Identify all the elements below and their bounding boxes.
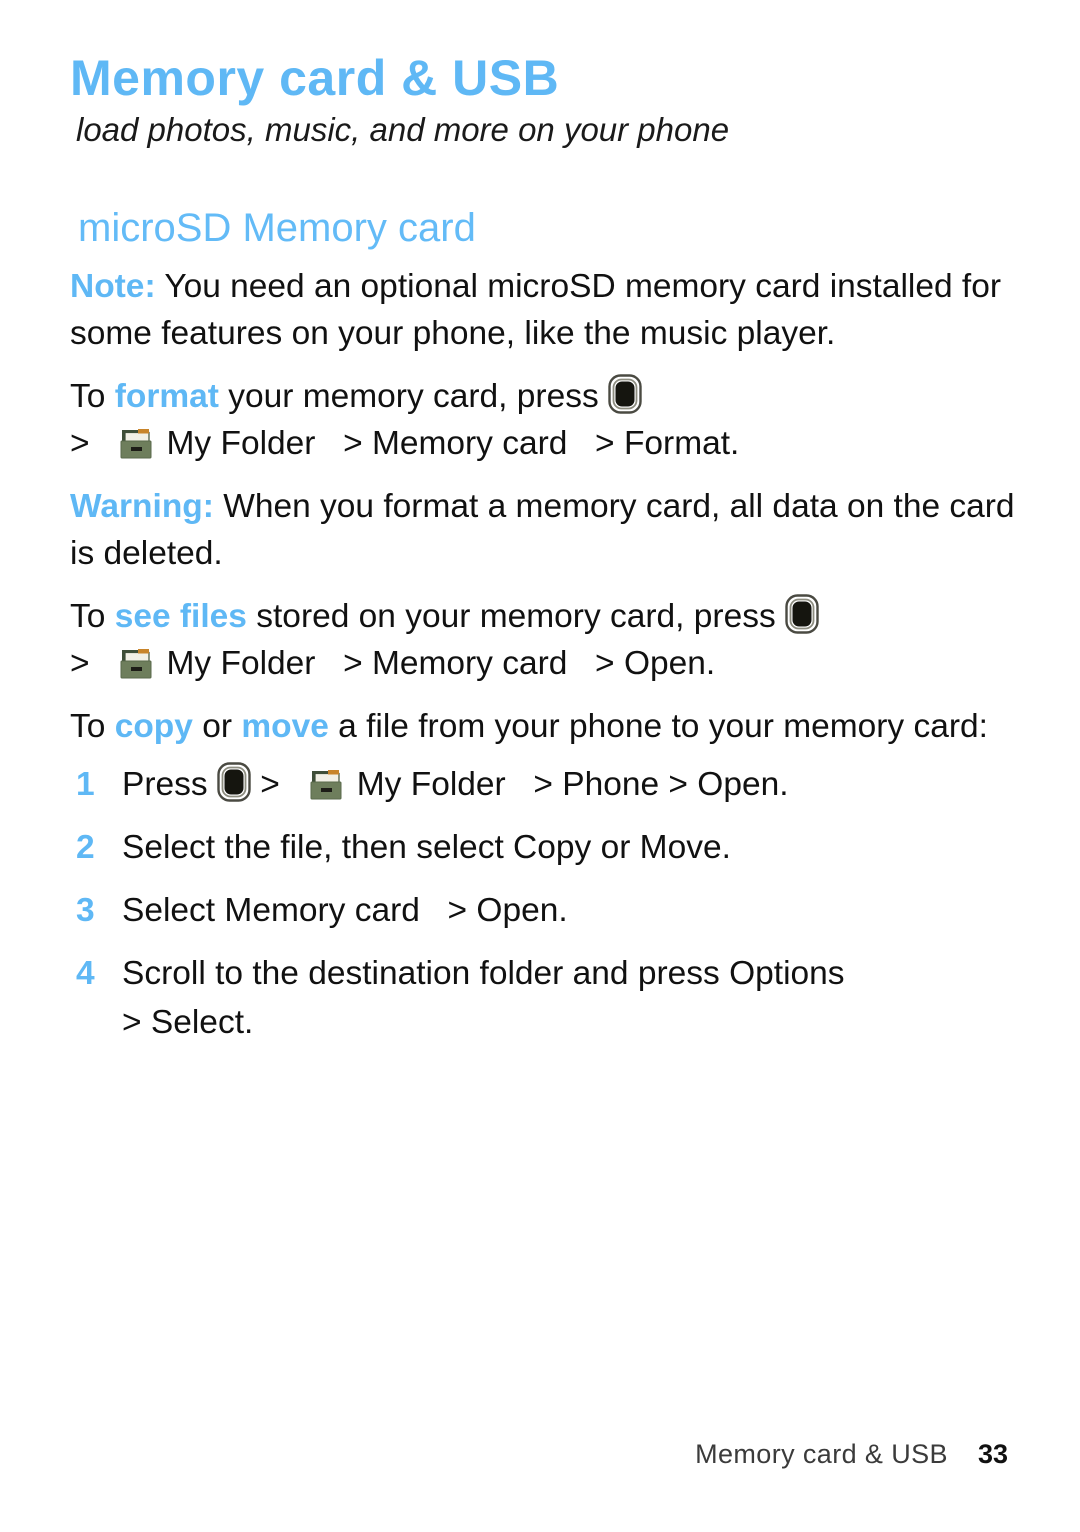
format-period: . [730, 425, 740, 463]
move-highlight: move [241, 707, 329, 745]
see-files-highlight: see files [114, 597, 247, 635]
file-box-icon [307, 764, 347, 804]
step-1-target: Phone [562, 766, 660, 804]
note-label: Note: [70, 268, 156, 306]
step-1-my-folder: My Folder [356, 766, 506, 804]
file-box-icon [117, 423, 157, 463]
step-number: 4 [76, 955, 95, 993]
see-files-period: . [705, 644, 716, 682]
section-heading-microsd: microSD Memory card [78, 206, 476, 251]
step-4-text: Scroll to the destination folder and pre… [122, 955, 845, 993]
step-1-arrow-2: > [533, 766, 553, 804]
list-item: 3 Select Memory card > Open. [70, 888, 1020, 935]
step-2-text: Select the file, then select Copy or Mov… [122, 829, 722, 867]
note-text: You need an optional microSD memory card… [70, 268, 1002, 353]
list-item: 4 Scroll to the destination folder and p… [70, 951, 1020, 1047]
step-1-press: Press [122, 766, 208, 804]
format-arrow-2: > [343, 425, 363, 463]
file-box-icon [117, 643, 157, 683]
step-4-action: Select [150, 1004, 244, 1042]
see-files-arrow-2: > [343, 644, 363, 682]
step-number: 2 [76, 829, 95, 867]
step-3-action: Open [476, 892, 559, 930]
copy-move-prefix: To [70, 707, 106, 745]
step-number: 1 [76, 766, 95, 804]
step-1-arrow-1: > [260, 766, 280, 804]
warning-label: Warning: [70, 488, 214, 525]
copy-highlight: copy [114, 707, 193, 745]
step-3-text: Select Memory card [122, 892, 420, 930]
step-1-period: . [779, 766, 789, 804]
format-action: Format [623, 425, 731, 463]
step-1-arrow-3: > [668, 766, 688, 804]
footer-chapter-title: Memory card & USB [695, 1439, 948, 1469]
page-title: Memory card & USB [70, 50, 560, 106]
list-item: 1 Press > My Folder > Phone > Open. [70, 762, 1020, 809]
note-paragraph: Note: You need an optional microSD memor… [70, 264, 1020, 358]
page-subtitle: load photos, music, and more on your pho… [76, 110, 730, 148]
step-3-period: . [558, 892, 568, 930]
center-key-icon [608, 374, 642, 414]
step-1-action: Open [697, 766, 780, 804]
see-files-prefix: To [70, 597, 106, 635]
format-my-folder: My Folder [166, 425, 316, 463]
manual-page: Memory card & USB load photos, music, an… [0, 0, 1080, 1532]
step-number: 3 [76, 892, 95, 930]
see-files-memory-card: Memory card [371, 644, 568, 682]
center-key-icon [217, 762, 251, 803]
see-files-action: Open [623, 644, 706, 682]
page-content: Memory card & USB load photos, music, an… [70, 52, 1020, 1063]
step-4-period: . [244, 1004, 254, 1042]
copy-move-conjunction: or [202, 707, 233, 745]
list-item: 2 Select the file, then select Copy or M… [70, 825, 1020, 872]
format-middle: your memory card, press [228, 378, 599, 416]
copy-move-suffix: a file from your phone to your memory ca… [338, 707, 988, 745]
see-files-instruction: To see files stored on your memory card,… [70, 594, 1020, 688]
format-arrow-3: > [595, 425, 615, 463]
see-files-my-folder: My Folder [166, 644, 316, 682]
format-arrow-1: > [70, 425, 90, 463]
format-prefix: To [70, 378, 106, 416]
step-2-period: . [721, 829, 731, 867]
warning-paragraph: Warning: When you format a memory card, … [70, 484, 1020, 578]
step-3-arrow: > [447, 892, 468, 930]
center-key-icon [785, 594, 819, 634]
see-files-middle: stored on your memory card, press [256, 597, 776, 635]
format-highlight: format [114, 378, 219, 416]
copy-move-intro: To copy or move a file from your phone t… [70, 704, 1020, 751]
numbered-steps: 1 Press > My Folder > Phone > Open. 2 Se… [70, 762, 1020, 1046]
format-instruction: To format your memory card, press > My F… [70, 374, 1020, 468]
page-footer: Memory card & USB 33 [695, 1439, 1008, 1470]
footer-page-number: 33 [977, 1439, 1008, 1469]
step-4-arrow: > [122, 1004, 142, 1042]
see-files-arrow-3: > [595, 644, 615, 682]
see-files-arrow-1: > [70, 644, 90, 682]
format-memory-card: Memory card [371, 425, 568, 463]
